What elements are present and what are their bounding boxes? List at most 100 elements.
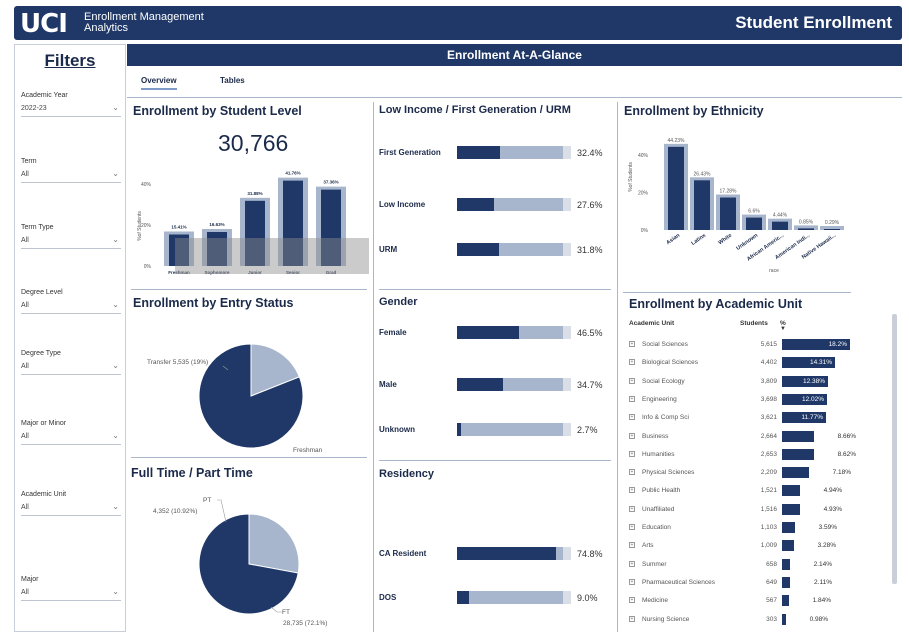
expand-icon[interactable]: + — [629, 487, 635, 494]
filter-dropdown[interactable]: All ⌄ — [21, 361, 121, 375]
data-label: 15.41% — [171, 224, 186, 229]
filter-dropdown[interactable]: All ⌄ — [21, 300, 121, 314]
bar-fill-female[interactable] — [457, 326, 519, 339]
entry-status-pie: Transfer 5,535 (19%)Freshman19,839 (68.2… — [147, 343, 323, 454]
filter-academic-year: Academic Year 2022-23 ⌄ — [21, 92, 121, 117]
unit-name: Social Ecology — [642, 377, 685, 385]
unit-name: Summer — [642, 560, 667, 568]
table-row[interactable]: + Humanities 2,653 8.62% — [629, 447, 859, 465]
table-row[interactable]: + Unaffiliated 1,516 4.93% — [629, 502, 859, 520]
bar-fill-dos[interactable] — [457, 591, 469, 604]
row-divider — [623, 292, 851, 293]
filter-label: Degree Level — [21, 289, 63, 296]
fulltime-slice-pt[interactable] — [248, 513, 300, 574]
slice-label: 28,735 (72.1%) — [283, 620, 327, 627]
expand-icon[interactable]: + — [629, 432, 635, 439]
filter-term-type: Term Type All ⌄ — [21, 224, 121, 249]
table-row[interactable]: + Education 1,103 3.59% — [629, 520, 859, 538]
bar-african-americ-[interactable] — [772, 221, 788, 230]
unit-name: Nursing Science — [642, 615, 690, 623]
table-row[interactable]: + Medicine 567 1.84% — [629, 593, 859, 611]
filter-term: Term All ⌄ — [21, 158, 121, 183]
unit-students: 1,521 — [760, 487, 777, 495]
expand-icon[interactable]: + — [629, 377, 635, 384]
table-row[interactable]: + Physical Sciences 2,209 7.18% — [629, 465, 859, 483]
filter-value: All — [21, 171, 29, 178]
table-row[interactable]: + Nursing Science 303 0.98% — [629, 612, 859, 630]
dashboard: UCI Enrollment Management Analytics Stud… — [0, 0, 909, 635]
expand-icon[interactable]: + — [629, 469, 635, 476]
unit-bar — [782, 576, 790, 588]
filter-label: Major or Minor — [21, 420, 67, 427]
data-label: 17.28% — [720, 189, 738, 195]
unit-students: 2,664 — [760, 432, 777, 440]
unit-pct: 2.14% — [813, 560, 832, 568]
expand-icon[interactable]: + — [629, 450, 635, 457]
expand-icon[interactable]: + — [629, 414, 635, 421]
x-tick-label: Latinx — [690, 232, 707, 247]
bar-fill-low-income[interactable] — [457, 198, 494, 211]
bar-unknown[interactable] — [746, 217, 762, 230]
table-row[interactable]: + Public Health 1,521 4.94% — [629, 483, 859, 501]
au-col-unit[interactable]: Academic Unit — [629, 320, 674, 327]
unit-bar — [782, 467, 809, 479]
expand-icon[interactable]: + — [629, 615, 635, 622]
unit-pct: 14.31% — [809, 359, 832, 367]
table-row[interactable]: + Arts 1,009 3.28% — [629, 538, 859, 556]
chevron-down-icon: ⌄ — [112, 103, 119, 112]
expand-icon[interactable]: + — [629, 542, 635, 549]
table-row[interactable]: + Engineering 3,698 12.02% — [629, 392, 859, 410]
expand-icon[interactable]: + — [629, 341, 635, 347]
logo-subtitle-line-2: Analytics — [84, 22, 129, 34]
academic-unit-scrollbar[interactable] — [892, 314, 897, 584]
table-row[interactable]: + Info & Comp Sci 3,621 11.77% — [629, 410, 859, 428]
chevron-down-icon: ⌄ — [112, 502, 119, 511]
table-row[interactable]: + Social Sciences 5,615 18.2% — [629, 337, 859, 355]
filter-dropdown[interactable]: 2022-23 ⌄ — [21, 103, 121, 117]
bar-asian[interactable] — [668, 146, 684, 230]
filter-dropdown[interactable]: All ⌄ — [21, 431, 121, 445]
bar-white[interactable] — [720, 197, 736, 230]
expand-icon[interactable]: + — [629, 524, 635, 530]
fulltime-pie: PT 4,352 (10.92%) FT 28,735 (72.1%) — [153, 497, 327, 627]
unit-name: Engineering — [642, 395, 677, 403]
expand-icon[interactable]: + — [629, 578, 635, 585]
row-divider — [131, 457, 367, 458]
tab-overview[interactable]: Overview — [141, 76, 177, 90]
table-row[interactable]: + Social Ecology 3,809 12.38% — [629, 374, 859, 392]
expand-icon[interactable]: + — [629, 560, 635, 567]
tab-tables[interactable]: Tables — [220, 76, 245, 85]
expand-icon[interactable]: + — [629, 597, 635, 604]
bar-label: Unknown — [379, 425, 415, 434]
table-row[interactable]: + Business 2,664 8.66% — [629, 429, 859, 447]
unit-pct: 0.98% — [809, 615, 828, 623]
expand-icon[interactable]: + — [629, 505, 635, 512]
sort-desc-icon[interactable]: ▼ — [780, 326, 786, 332]
bar-fill-male[interactable] — [457, 378, 503, 391]
bar-latinx[interactable] — [694, 180, 710, 230]
filter-dropdown[interactable]: All ⌄ — [21, 587, 121, 601]
unit-pct: 8.66% — [837, 432, 856, 440]
filter-dropdown[interactable]: All ⌄ — [21, 235, 121, 249]
data-label: 0.29% — [825, 220, 840, 226]
table-row[interactable]: + Biological Sciences 4,402 14.31% — [629, 355, 859, 373]
bar-track-end — [563, 547, 571, 560]
bar-fill-urm[interactable] — [457, 243, 499, 256]
bar-track-end — [563, 591, 571, 604]
filter-dropdown[interactable]: All ⌄ — [21, 502, 121, 516]
bar-fill-unknown[interactable] — [457, 423, 461, 436]
expand-icon[interactable]: + — [629, 395, 635, 402]
unit-pct: 18.2% — [828, 341, 847, 348]
table-row[interactable]: + Pharmaceutical Sciences 649 2.11% — [629, 575, 859, 593]
filter-degree-type: Degree Type All ⌄ — [21, 350, 121, 375]
expand-icon[interactable]: + — [629, 359, 635, 366]
au-col-students[interactable]: Students — [740, 320, 768, 327]
table-row[interactable]: + Summer 658 2.14% — [629, 557, 859, 575]
bar-fill-first-generation[interactable] — [457, 146, 500, 159]
bar-fill-ca-resident[interactable] — [457, 547, 556, 560]
bar-native-hawaii-[interactable] — [824, 229, 840, 230]
filter-dropdown[interactable]: All ⌄ — [21, 169, 121, 183]
unit-name: Arts — [642, 542, 654, 550]
column-divider — [617, 102, 618, 632]
bar-american-indi-[interactable] — [798, 228, 814, 230]
